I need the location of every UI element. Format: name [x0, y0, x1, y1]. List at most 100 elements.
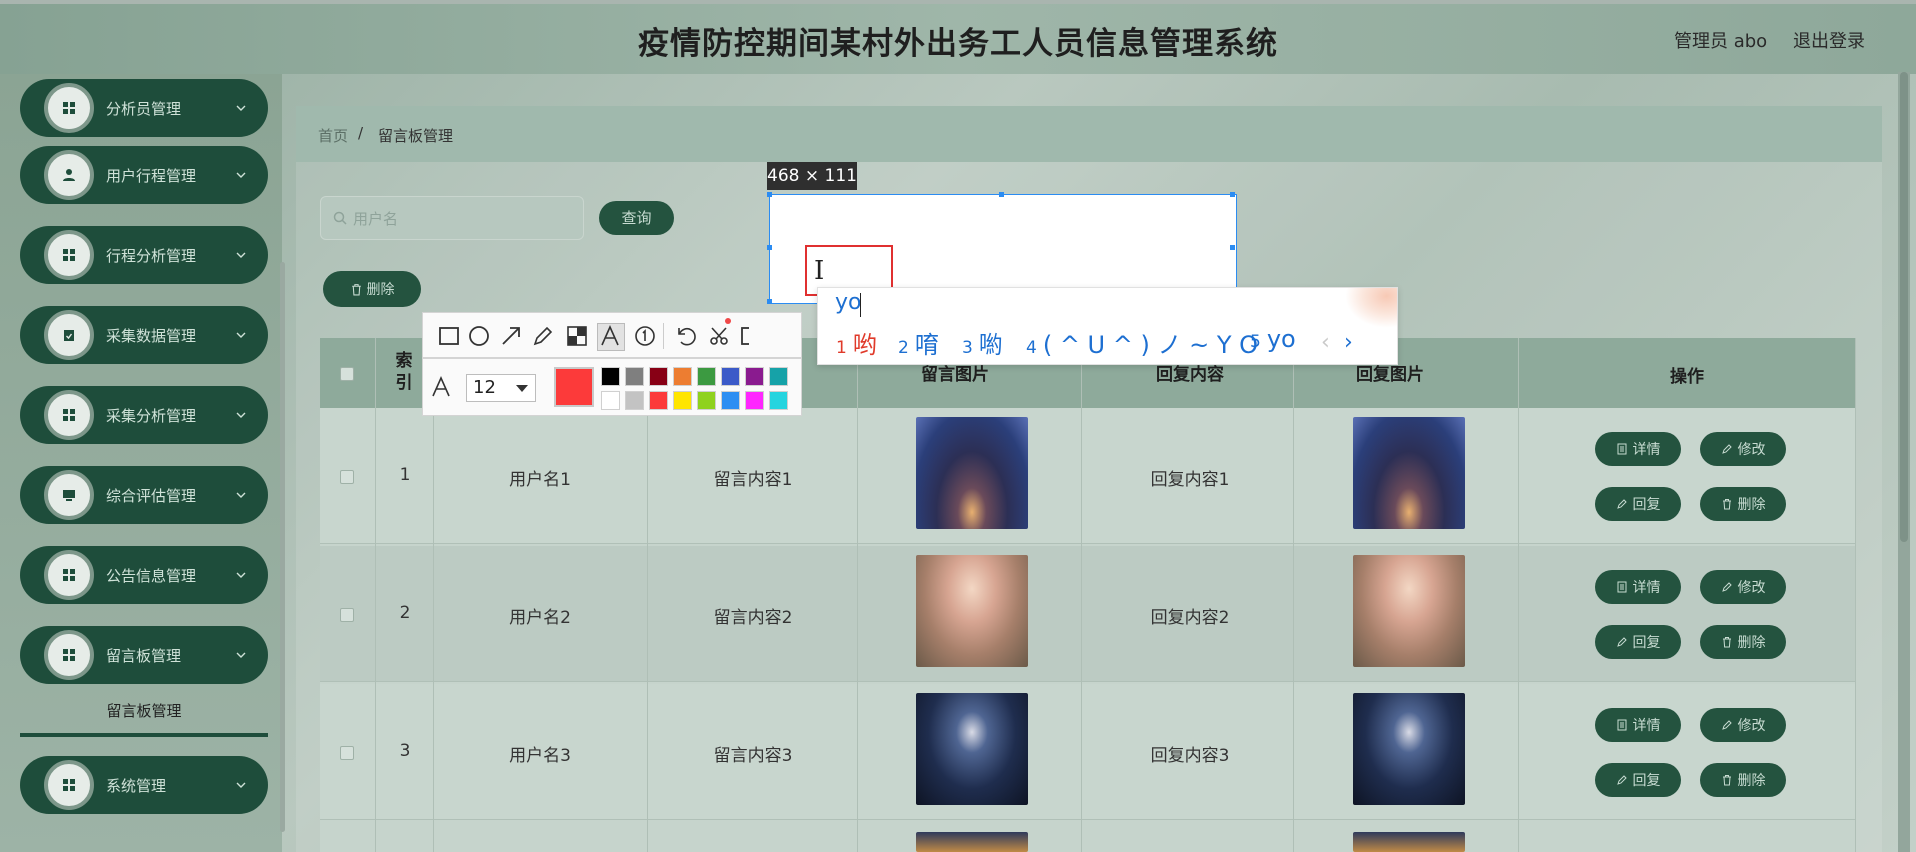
sidebar-item-label: 公告信息管理	[106, 566, 197, 585]
color-swatch[interactable]	[649, 391, 668, 410]
ime-candidate[interactable]: 5 yo	[1250, 325, 1296, 353]
message-image[interactable]	[916, 693, 1028, 805]
message-image[interactable]	[916, 832, 1028, 852]
color-swatch[interactable]	[769, 367, 788, 386]
delete-button[interactable]: 删除	[1700, 487, 1786, 521]
reply-image[interactable]	[1353, 832, 1465, 852]
mosaic-tool-icon[interactable]	[565, 324, 589, 348]
color-swatch[interactable]	[745, 367, 764, 386]
edit-button[interactable]: 修改	[1700, 570, 1786, 604]
delete-button[interactable]: 删除	[1700, 763, 1786, 797]
color-swatch[interactable]	[625, 367, 644, 386]
color-swatch[interactable]	[721, 367, 740, 386]
ime-candidate[interactable]: 1哟	[836, 325, 877, 360]
bulk-delete-button[interactable]: 删除	[323, 271, 421, 307]
color-swatch[interactable]	[673, 367, 692, 386]
reply-button[interactable]: 回复	[1595, 625, 1681, 659]
sidebar-item-label: 采集数据管理	[106, 326, 197, 345]
reply-image[interactable]	[1353, 417, 1465, 529]
row-checkbox[interactable]	[340, 470, 354, 484]
font-size-select[interactable]: 12	[466, 374, 536, 402]
detail-button[interactable]: 详情	[1595, 708, 1681, 742]
reply-image[interactable]	[1353, 555, 1465, 667]
color-swatch[interactable]	[769, 391, 788, 410]
color-swatch[interactable]	[721, 391, 740, 410]
ime-composition-text: yo	[835, 290, 862, 315]
edit-icon	[1721, 720, 1732, 730]
sidebar-item-label: 行程分析管理	[106, 246, 197, 265]
breadcrumb	[296, 106, 1882, 162]
cell-user: 用户名3	[509, 746, 571, 766]
current-color-swatch[interactable]	[554, 367, 594, 407]
message-image[interactable]	[916, 417, 1028, 529]
pencil-tool-icon[interactable]	[531, 324, 555, 348]
font-icon	[429, 375, 453, 399]
edit-icon	[1616, 637, 1627, 647]
arrow-tool-icon[interactable]	[499, 324, 523, 348]
reply-image[interactable]	[1353, 693, 1465, 805]
trash-icon	[1722, 499, 1731, 510]
ime-candidate[interactable]: 3喲	[962, 325, 1003, 360]
row-checkbox[interactable]	[340, 746, 354, 760]
ime-candidate[interactable]: 4( ^ U ^ ) ノ ~ Y O	[1026, 325, 1258, 360]
edit-button[interactable]: 修改	[1700, 708, 1786, 742]
detail-button[interactable]: 详情	[1595, 570, 1681, 604]
scissors-icon[interactable]	[707, 324, 731, 348]
color-swatch[interactable]	[697, 391, 716, 410]
sidebar-item-1[interactable]: 分析员管理	[20, 79, 268, 137]
color-swatch[interactable]	[673, 391, 692, 410]
reply-label: 回复	[1632, 635, 1661, 651]
text-tool-icon[interactable]	[597, 323, 625, 351]
sidebar-item-2[interactable]: 用户行程管理	[20, 146, 268, 204]
sidebar-item-6[interactable]: 综合评估管理	[20, 466, 268, 524]
edit-button[interactable]: 修改	[1700, 432, 1786, 466]
color-swatch[interactable]	[649, 367, 668, 386]
submenu-item-message-board[interactable]: 留言板管理	[20, 697, 268, 737]
ime-candidate[interactable]: 2唷	[898, 325, 939, 360]
color-swatch[interactable]	[745, 391, 764, 410]
detail-button[interactable]: 详情	[1595, 432, 1681, 466]
number-tool-icon[interactable]	[633, 324, 657, 348]
resize-handle[interactable]	[767, 299, 772, 304]
delete-button[interactable]: 删除	[1700, 625, 1786, 659]
ime-prev-page-icon[interactable]: ‹	[1321, 330, 1330, 355]
reply-button[interactable]: 回复	[1595, 763, 1681, 797]
color-swatch[interactable]	[625, 391, 644, 410]
sidebar-item-3[interactable]: 行程分析管理	[20, 226, 268, 284]
rectangle-tool-icon[interactable]	[437, 324, 461, 348]
reply-button[interactable]: 回复	[1595, 487, 1681, 521]
trash-icon	[1722, 775, 1731, 786]
message-image[interactable]	[916, 555, 1028, 667]
query-button[interactable]: 查询	[599, 201, 674, 235]
resize-handle[interactable]	[1230, 245, 1235, 250]
row-checkbox[interactable]	[340, 608, 354, 622]
user-icon	[44, 150, 94, 200]
resize-handle[interactable]	[767, 192, 772, 197]
edit-icon	[1616, 775, 1627, 785]
page-scrollbar-thumb[interactable]	[1900, 72, 1908, 542]
capture-size-label: 468 × 111	[767, 162, 857, 190]
logout-link[interactable]: 退出登录	[1793, 27, 1865, 53]
color-swatch[interactable]	[601, 391, 620, 410]
sidebar-item-8[interactable]: 留言板管理	[20, 626, 268, 684]
more-tool-icon[interactable]	[739, 324, 749, 348]
sidebar-item-7[interactable]: 公告信息管理	[20, 546, 268, 604]
ime-next-page-icon[interactable]: ›	[1344, 330, 1353, 355]
color-swatch[interactable]	[697, 367, 716, 386]
resize-handle[interactable]	[1230, 192, 1235, 197]
sidebar-item-4[interactable]: 采集数据管理	[20, 306, 268, 364]
resize-handle[interactable]	[999, 192, 1004, 197]
breadcrumb-home[interactable]: 首页	[318, 125, 348, 146]
search-input[interactable]: 用户名	[320, 196, 584, 240]
undo-icon[interactable]	[673, 324, 697, 348]
search-icon	[333, 211, 347, 225]
sidebar-item-9[interactable]: 系统管理	[20, 756, 268, 814]
color-swatch[interactable]	[601, 367, 620, 386]
resize-handle[interactable]	[767, 245, 772, 250]
sidebar-item-5[interactable]: 采集分析管理	[20, 386, 268, 444]
chevron-down-icon	[236, 252, 246, 258]
select-all-checkbox[interactable]	[340, 367, 354, 381]
sidebar-scrollbar[interactable]	[280, 262, 285, 832]
ellipse-tool-icon[interactable]	[467, 324, 491, 348]
document-icon	[1617, 581, 1626, 593]
